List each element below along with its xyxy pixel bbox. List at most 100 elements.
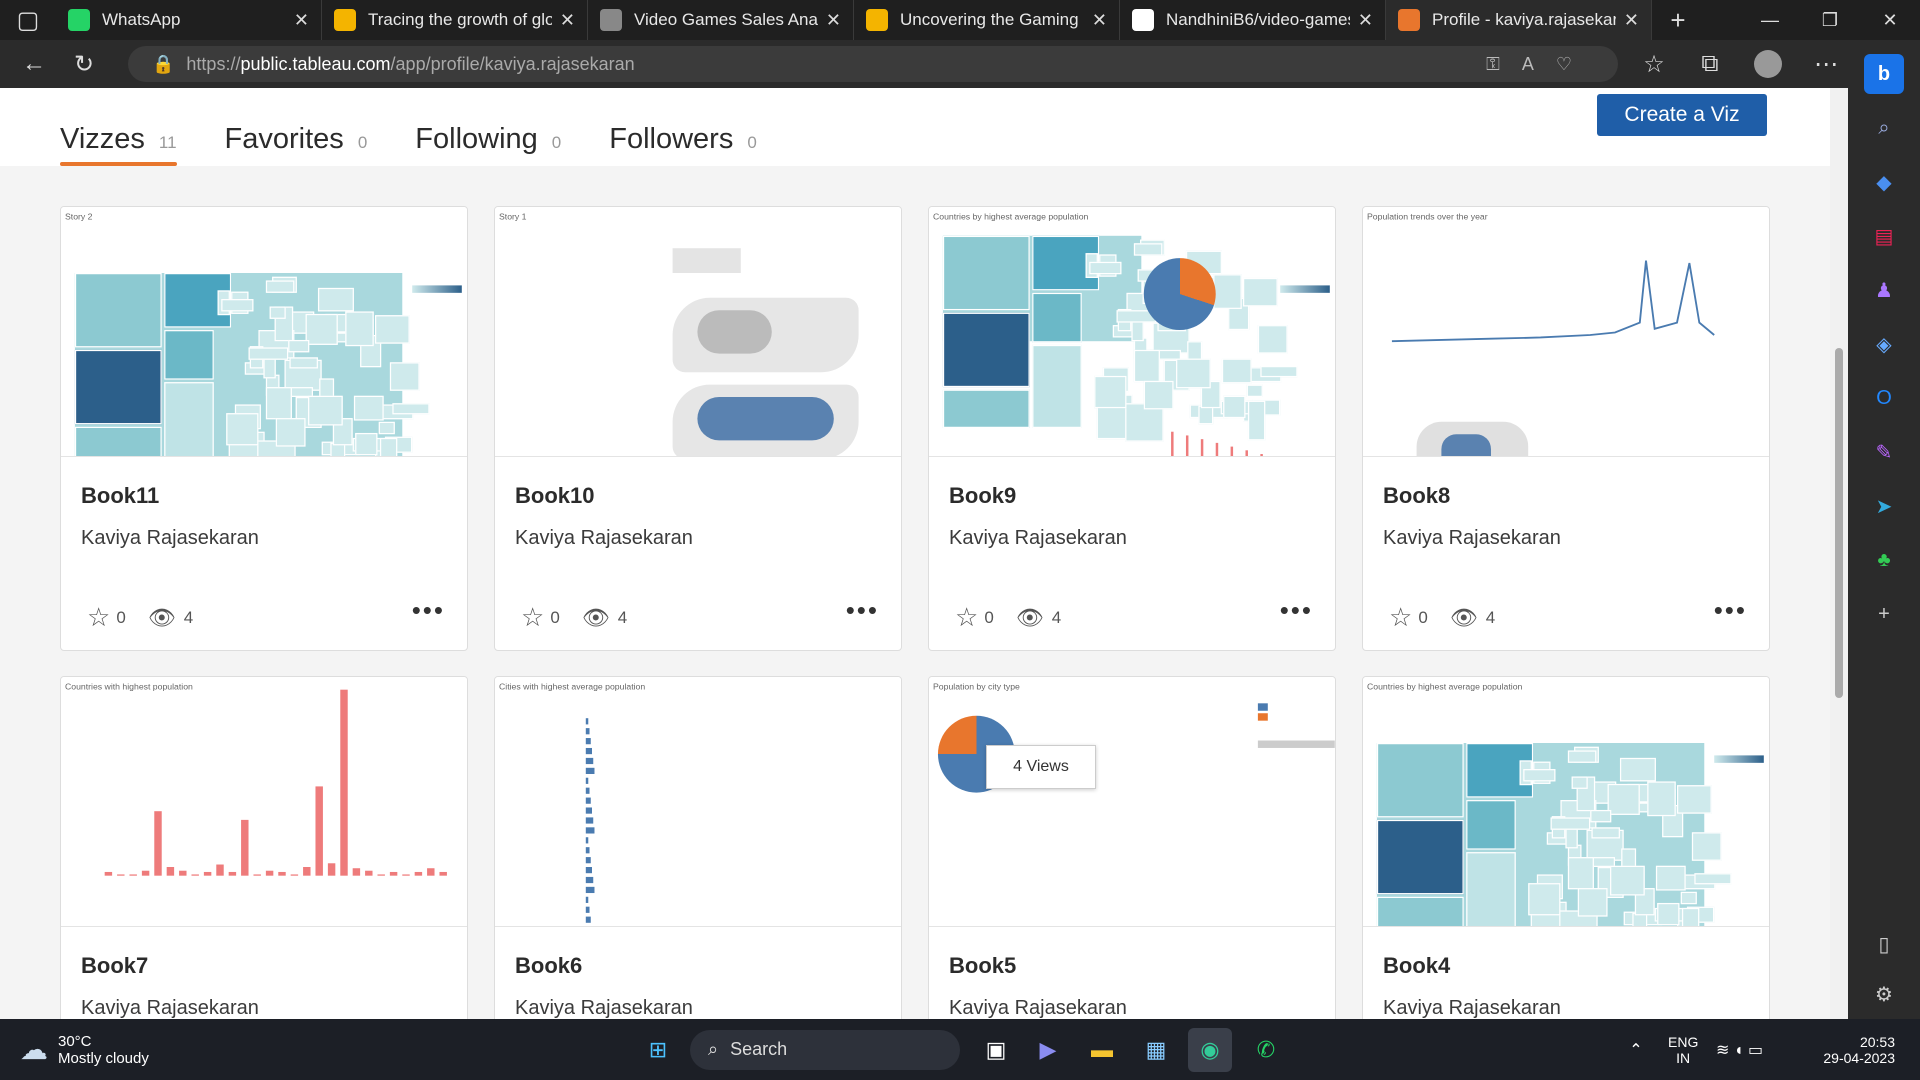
viz-author[interactable]: Kaviya Rajasekaran <box>81 997 259 1019</box>
close-tab-icon[interactable]: ✕ <box>294 10 309 31</box>
browser-tab-4[interactable]: NandhiniB6/video-games-s ✕ <box>1120 0 1386 40</box>
viz-title[interactable]: Book11 <box>81 483 159 509</box>
collections-icon[interactable]: ⧉ <box>1690 44 1730 84</box>
minimize-icon[interactable]: — <box>1740 0 1800 40</box>
viz-thumbnail[interactable]: Cities with highest average population <box>495 677 901 927</box>
browser-tab-0[interactable]: WhatsApp ✕ <box>56 0 322 40</box>
more-options-icon[interactable]: ••• <box>1714 595 1747 626</box>
send-icon[interactable]: ➤ <box>1864 486 1904 526</box>
viz-thumbnail[interactable]: Countries by highest average population <box>929 207 1335 457</box>
viz-card-book5[interactable]: Population by city type Book5 Kaviya Rajas… <box>928 676 1336 1019</box>
sidebar-layout-icon[interactable]: ▯ <box>1864 924 1904 964</box>
more-icon[interactable]: ⋯ <box>1806 44 1846 84</box>
profile-tab-following[interactable]: Following 0 <box>415 123 561 166</box>
browser-tab-3[interactable]: Uncovering the Gaming Ind✕ <box>854 0 1120 40</box>
close-tab-icon[interactable]: ✕ <box>1358 10 1373 31</box>
more-options-icon[interactable]: ••• <box>412 595 445 626</box>
star-icon[interactable]: ☆ <box>87 602 110 633</box>
favorites-icon[interactable]: ☆ <box>1634 44 1674 84</box>
viz-stats: ☆ 0 👁 4 <box>1389 602 1496 633</box>
page-scrollbar[interactable] <box>1830 88 1848 1019</box>
profile-tab-favorites[interactable]: Favorites 0 <box>225 123 368 166</box>
viz-title[interactable]: Book4 <box>1383 953 1450 979</box>
viz-thumbnail[interactable]: Population trends over the year <box>1363 207 1769 457</box>
language-indicator[interactable]: ENG IN <box>1668 1034 1698 1066</box>
tab-actions-icon[interactable]: ▢ <box>0 0 56 40</box>
browser-tab-1[interactable]: Tracing the growth of globa✕ <box>322 0 588 40</box>
profile-avatar[interactable] <box>1754 50 1782 78</box>
viz-author[interactable]: Kaviya Rajasekaran <box>949 997 1127 1019</box>
store-icon[interactable]: ▦ <box>1134 1028 1178 1072</box>
close-tab-icon[interactable]: ✕ <box>826 10 841 31</box>
viz-card-book10[interactable]: Story 1 Book10 Kaviya Rajasekaran ☆ 0 👁 4 ••• <box>494 206 902 651</box>
file-explorer-icon[interactable]: ▬ <box>1080 1028 1124 1072</box>
viz-card-book8[interactable]: Population trends over the year Book8 Kavi… <box>1362 206 1770 651</box>
star-icon[interactable]: ☆ <box>955 602 978 633</box>
viz-thumbnail[interactable]: Population by city type <box>929 677 1335 927</box>
address-bar-row: ← ↻ 🔒 https://public.tableau.com/app/pro… <box>0 40 1920 88</box>
viz-author[interactable]: Kaviya Rajasekaran <box>1383 997 1561 1019</box>
more-options-icon[interactable]: ••• <box>1280 595 1313 626</box>
search-icon[interactable]: ⌕ <box>1864 108 1904 148</box>
viz-author[interactable]: Kaviya Rajasekaran <box>949 527 1127 550</box>
viz-card-book6[interactable]: Cities with highest average population Bo… <box>494 676 902 1019</box>
url-field[interactable]: 🔒 https://public.tableau.com/app/profile… <box>128 46 1618 82</box>
clock[interactable]: 20:53 29-04-2023 <box>1815 1034 1895 1066</box>
back-icon[interactable]: ← <box>14 44 54 84</box>
task-view-icon[interactable]: ▣ <box>974 1028 1018 1072</box>
viz-card-book4[interactable]: Countries by highest average population B… <box>1362 676 1770 1019</box>
games-icon[interactable]: ♟ <box>1864 270 1904 310</box>
viz-author[interactable]: Kaviya Rajasekaran <box>515 997 693 1019</box>
viz-title[interactable]: Book10 <box>515 483 594 509</box>
chevron-up-icon[interactable]: ⌃ <box>1614 1028 1658 1072</box>
close-tab-icon[interactable]: ✕ <box>1624 10 1639 31</box>
viz-card-book11[interactable]: Story 2 Book11 Kaviya Rajasekaran ☆ 0 👁 4 ••• <box>60 206 468 651</box>
viz-thumbnail[interactable]: Countries with highest population <box>61 677 467 927</box>
start-icon[interactable]: ⊞ <box>636 1028 680 1072</box>
weather-widget[interactable]: ☁ 30°C Mostly cloudy <box>20 1033 149 1067</box>
browser-tab-2[interactable]: Video Games Sales Analysis✕ <box>588 0 854 40</box>
outlook-icon[interactable]: O <box>1864 378 1904 418</box>
close-window-icon[interactable]: ✕ <box>1860 0 1920 40</box>
viz-thumbnail[interactable]: Story 2 <box>61 207 467 457</box>
office-icon[interactable]: ◈ <box>1864 324 1904 364</box>
viz-thumbnail[interactable]: Countries by highest average population <box>1363 677 1769 927</box>
viz-card-book9[interactable]: Countries by highest average population B… <box>928 206 1336 651</box>
teams-icon[interactable]: ▶ <box>1026 1028 1070 1072</box>
viz-thumbnail[interactable]: Story 1 <box>495 207 901 457</box>
star-icon[interactable]: ☆ <box>1389 602 1412 633</box>
designer-icon[interactable]: ✎ <box>1864 432 1904 472</box>
new-tab-button[interactable]: + <box>1658 0 1698 40</box>
viz-title[interactable]: Book6 <box>515 953 582 979</box>
viz-stats: ☆ 0 👁 4 <box>87 602 194 633</box>
add-icon[interactable]: + <box>1864 594 1904 634</box>
wifi-icon[interactable]: ≋ ◖ ▭ <box>1716 1040 1763 1060</box>
refresh-icon[interactable]: ↻ <box>64 44 104 84</box>
close-tab-icon[interactable]: ✕ <box>1092 10 1107 31</box>
browser-tab-5[interactable]: Profile - kaviya.rajasekaran✕ <box>1386 0 1652 40</box>
more-options-icon[interactable]: ••• <box>846 595 879 626</box>
edge-icon[interactable]: ◉ <box>1188 1027 1232 1072</box>
tree-icon[interactable]: ♣ <box>1864 540 1904 580</box>
viz-author[interactable]: Kaviya Rajasekaran <box>1383 527 1561 550</box>
viz-title[interactable]: Book7 <box>81 953 148 979</box>
close-tab-icon[interactable]: ✕ <box>560 10 575 31</box>
viz-author[interactable]: Kaviya Rajasekaran <box>81 527 259 550</box>
viz-card-book7[interactable]: Countries with highest population Book7 Ka… <box>60 676 468 1019</box>
tools-icon[interactable]: ▤ <box>1864 216 1904 256</box>
profile-tab-vizzes[interactable]: Vizzes 11 <box>60 123 177 166</box>
viz-title[interactable]: Book5 <box>949 953 1016 979</box>
bing-icon[interactable]: b <box>1864 54 1904 94</box>
profile-tab-followers[interactable]: Followers 0 <box>609 123 757 166</box>
viz-title[interactable]: Book9 <box>949 483 1016 509</box>
star-icon[interactable]: ☆ <box>521 602 544 633</box>
address-bar-icons[interactable]: ⚿A♡ <box>1486 54 1594 75</box>
create-viz-button[interactable]: Create a Viz <box>1597 94 1767 136</box>
taskbar-search[interactable]: ⌕ Search <box>690 1029 960 1070</box>
restore-icon[interactable]: ❐ <box>1800 0 1860 40</box>
shopping-icon[interactable]: ◆ <box>1864 162 1904 202</box>
settings-icon[interactable]: ⚙ <box>1864 974 1904 1014</box>
viz-title[interactable]: Book8 <box>1383 483 1450 509</box>
whatsapp-icon[interactable]: ✆ <box>1244 1028 1288 1072</box>
viz-author[interactable]: Kaviya Rajasekaran <box>515 527 693 550</box>
